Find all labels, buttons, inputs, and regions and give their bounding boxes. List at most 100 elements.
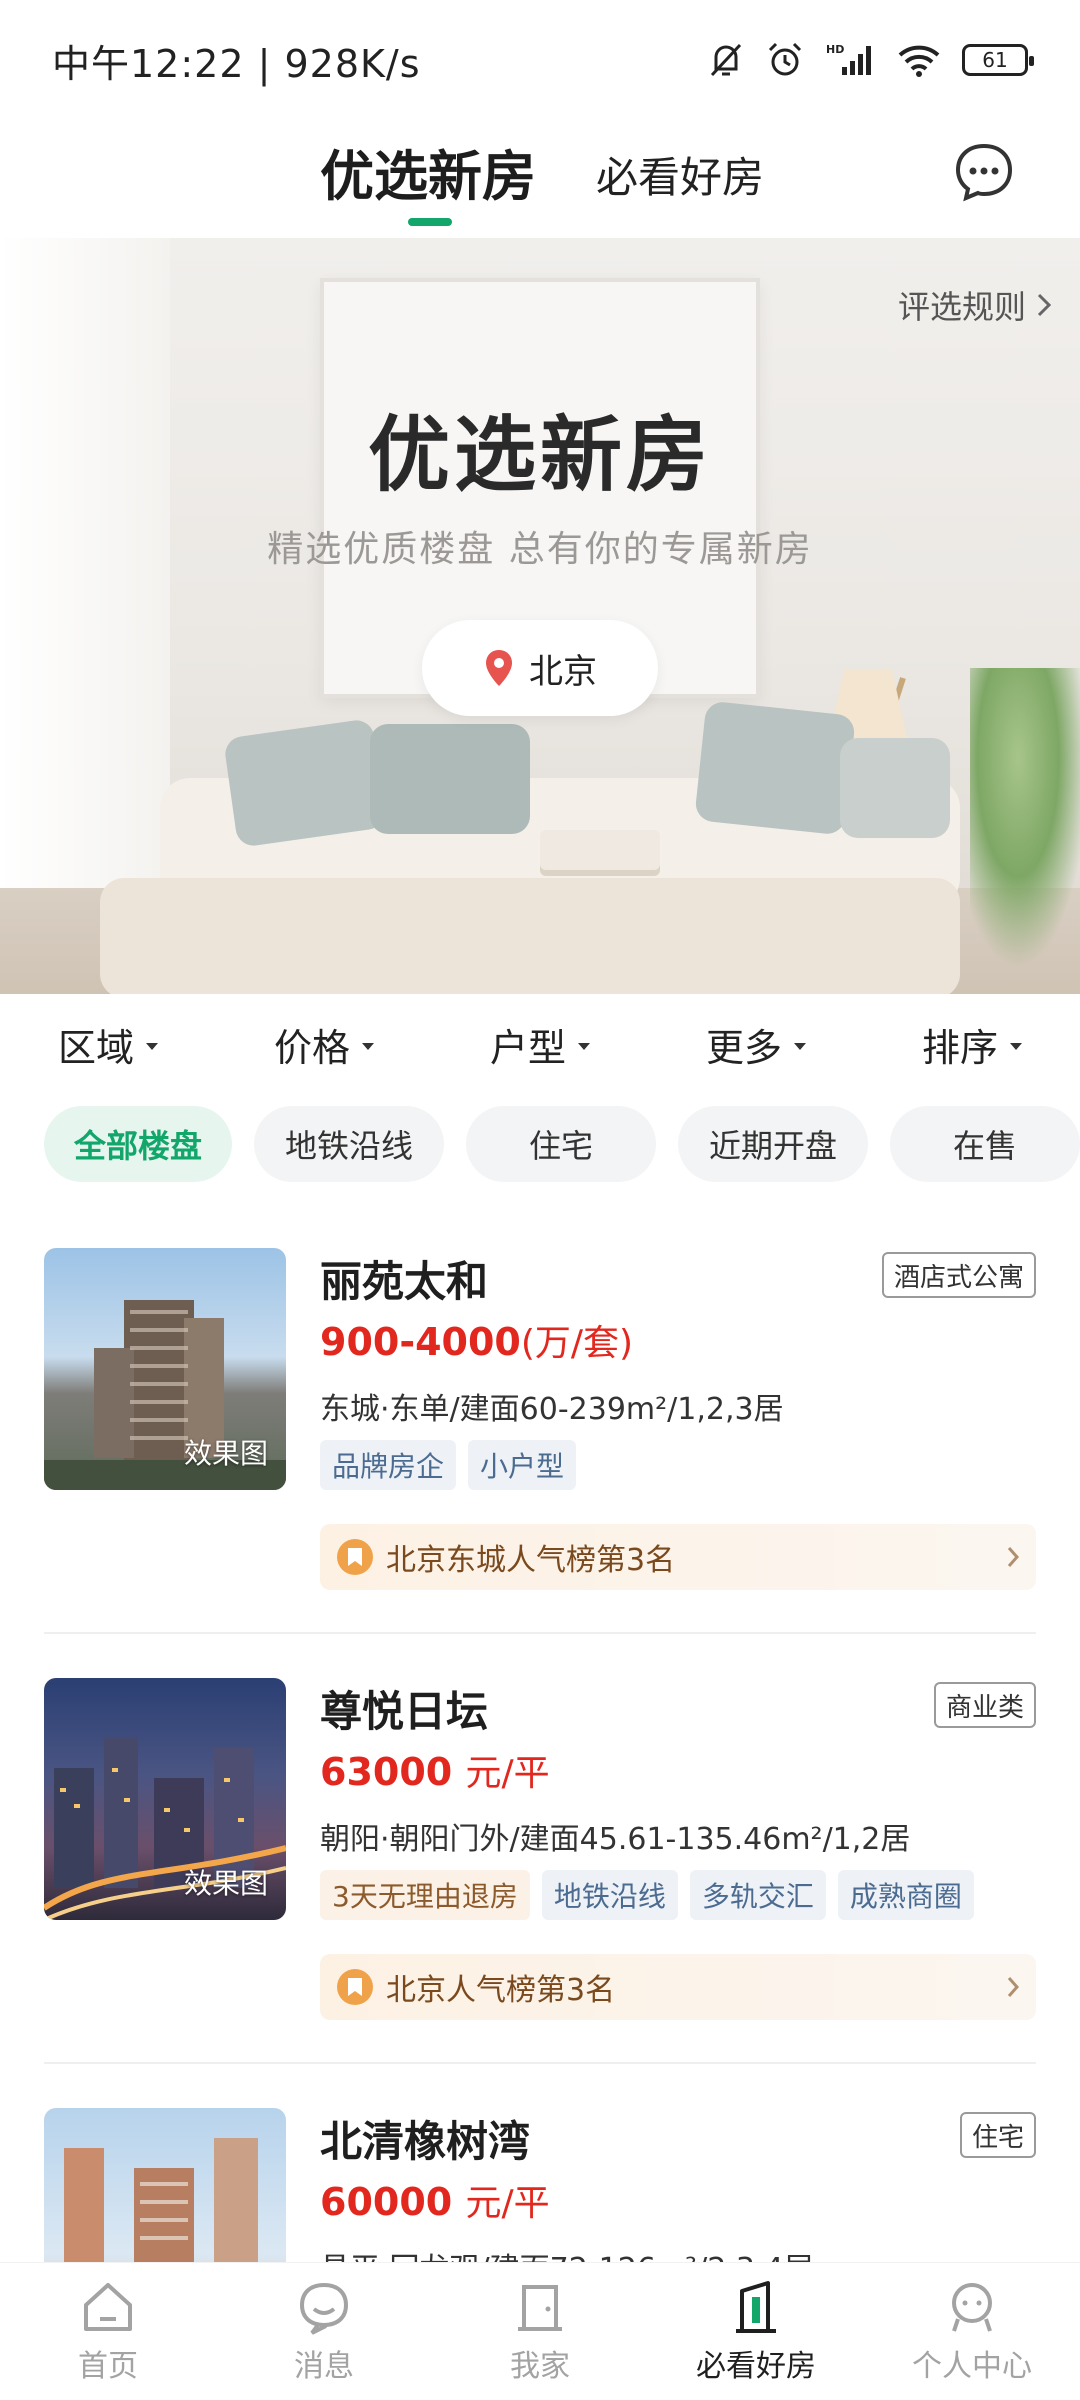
chevron-down-icon — [146, 1042, 158, 1050]
listing-price: 60000 元/平 — [320, 2174, 550, 2226]
tab-youxuan-xinfang[interactable]: 优选新房 — [320, 132, 536, 211]
price-unit: (万/套) — [520, 1323, 634, 1364]
bottom-navigation: 首页 消息 我家 必看好房 个人中心 — [0, 2262, 1080, 2400]
nav-label: 我家 — [510, 2348, 570, 2384]
status-time-speed: 中午12:22 | 928K/s — [52, 41, 421, 86]
filter-label: 区域 — [57, 1025, 134, 1070]
status-icons: HD 61 — [708, 41, 1034, 79]
tab-bikan-haofang[interactable]: 必看好房 — [596, 144, 764, 205]
chevron-down-icon — [578, 1042, 590, 1050]
banner-pillow — [223, 718, 387, 848]
listing-price: 63000 元/平 — [320, 1744, 550, 1796]
listing-name: 北清橡树湾 — [320, 2117, 531, 2166]
price-value: 900-4000 — [320, 1320, 521, 1364]
filter-sort[interactable]: 排序 — [864, 994, 1080, 1094]
price-value: 63000 — [320, 1750, 453, 1794]
message-icon — [299, 2282, 349, 2335]
listing-tag: 3天无理由退房 — [320, 1870, 530, 1920]
chevron-down-icon — [794, 1042, 806, 1050]
city-selector[interactable]: 北京 — [422, 620, 658, 716]
chevron-right-icon — [1007, 1547, 1020, 1567]
popularity-rank-bar[interactable]: 北京东城人气榜第3名 — [320, 1524, 1036, 1590]
nav-label: 消息 — [294, 2348, 354, 2384]
listing-name: 丽苑太和 — [320, 1257, 489, 1306]
listing-meta: 朝阳·朝阳门外/建面45.61-135.46m²/1,2居 — [320, 1822, 911, 1857]
listing-meta: 东城·东单/建面60-239m²/1,2,3居 — [320, 1392, 784, 1427]
price-value: 60000 — [320, 2180, 453, 2224]
building-illustration — [64, 2138, 258, 2262]
selection-rules-link[interactable]: 评选规则 — [898, 282, 1052, 328]
listing-image: 效果图 — [44, 1678, 286, 1920]
nav-messages[interactable]: 消息 — [216, 2263, 432, 2400]
filter-label: 更多 — [705, 1025, 782, 1070]
rank-text: 北京人气榜第3名 — [386, 1973, 616, 2008]
nav-home[interactable]: 首页 — [0, 2263, 216, 2400]
listing-tags: 3天无理由退房 地铁沿线 多轨交汇 成熟商圈 — [320, 1870, 974, 1920]
banner-sofa-seat — [100, 878, 960, 994]
chat-bubble-icon[interactable] — [952, 140, 1016, 204]
listing-image: 效果图 — [44, 1248, 286, 1490]
ranking-badge-icon — [337, 1539, 373, 1575]
filter-price[interactable]: 价格 — [216, 994, 432, 1094]
banner-pillow — [370, 724, 530, 834]
city-name: 北京 — [529, 651, 597, 692]
chevron-down-icon — [1010, 1042, 1022, 1050]
mute-bell-icon — [710, 43, 742, 77]
price-unit: 元/平 — [465, 2183, 550, 2224]
listing-type-tag: 酒店式公寓 — [881, 1252, 1036, 1298]
listing-card[interactable]: 效果图 丽苑太和 酒店式公寓 900-4000(万/套) 东城·东单/建面60-… — [44, 1248, 1036, 1590]
nav-must-see-homes[interactable]: 必看好房 — [648, 2263, 864, 2400]
listing-tag: 成熟商圈 — [837, 1870, 974, 1920]
home-icon — [84, 2282, 132, 2331]
chip-recent-opening[interactable]: 近期开盘 — [678, 1106, 869, 1182]
banner-pillow — [840, 738, 950, 838]
banner-pillow — [694, 700, 856, 836]
chip-subway[interactable]: 地铁沿线 — [254, 1106, 445, 1182]
nav-label: 必看好房 — [696, 2348, 816, 2384]
filter-label: 价格 — [273, 1025, 350, 1070]
listing-type-tag: 住宅 — [959, 2112, 1036, 2158]
chevron-right-icon — [1037, 293, 1052, 317]
image-badge: 效果图 — [183, 1867, 268, 1900]
listing-image — [44, 2108, 286, 2262]
battery-icon: 61 — [962, 44, 1034, 76]
listing-tag: 地铁沿线 — [541, 1870, 678, 1920]
filter-layout[interactable]: 户型 — [432, 994, 648, 1094]
filter-bar: 区域 价格 户型 更多 排序 — [0, 994, 1080, 1094]
location-pin-icon — [486, 650, 512, 686]
tab-active-indicator — [408, 218, 452, 226]
listing-divider — [44, 2062, 1036, 2064]
chip-residential[interactable]: 住宅 — [466, 1106, 657, 1182]
building-icon — [736, 2280, 776, 2333]
listing-tag: 品牌房企 — [320, 1440, 457, 1490]
hd-signal-icon: HD — [826, 43, 871, 75]
ranking-badge-icon — [337, 1969, 373, 2005]
chip-on-sale[interactable]: 在售 — [890, 1106, 1080, 1182]
price-unit: 元/平 — [465, 1753, 550, 1794]
hero-banner: 评选规则 优选新房 精选优质楼盘 总有你的专属新房 北京 — [0, 238, 1080, 994]
alarm-icon — [768, 42, 802, 76]
status-bar: 中午12:22 | 928K/s HD 61 — [0, 0, 1080, 120]
listing-card[interactable]: 北清橡树湾 住宅 60000 元/平 昌平·回龙观/建面72-126m²/2,3… — [44, 2108, 1036, 2262]
popularity-rank-bar[interactable]: 北京人气榜第3名 — [320, 1954, 1036, 2020]
listing-tags: 品牌房企 小户型 — [320, 1440, 577, 1490]
nav-label: 首页 — [78, 2348, 138, 2384]
selection-rules-label: 评选规则 — [897, 288, 1026, 326]
chevron-right-icon — [1007, 1977, 1020, 1997]
filter-label: 排序 — [921, 1025, 998, 1070]
nav-my-home[interactable]: 我家 — [432, 2263, 648, 2400]
listing-meta: 昌平·回龙观/建面72-126m²/2,3,4居 — [320, 2244, 814, 2262]
svg-text:HD: HD — [826, 43, 844, 56]
listing-tag: 小户型 — [468, 1440, 577, 1490]
listing-card[interactable]: 效果图 尊悦日坛 商业类 63000 元/平 朝阳·朝阳门外/建面45.61-1… — [44, 1678, 1036, 2020]
profile-icon — [952, 2282, 992, 2332]
filter-more[interactable]: 更多 — [648, 994, 864, 1094]
wifi-icon — [898, 45, 940, 77]
nav-profile[interactable]: 个人中心 — [864, 2263, 1080, 2400]
header-tabs: 优选新房 必看好房 — [0, 120, 1080, 238]
image-badge: 效果图 — [183, 1437, 268, 1470]
filter-region[interactable]: 区域 — [0, 994, 216, 1094]
chip-all[interactable]: 全部楼盘 — [44, 1106, 233, 1182]
category-chips: 全部楼盘 地铁沿线 住宅 近期开盘 在售 — [44, 1106, 1080, 1182]
listing-divider — [44, 1632, 1036, 1634]
